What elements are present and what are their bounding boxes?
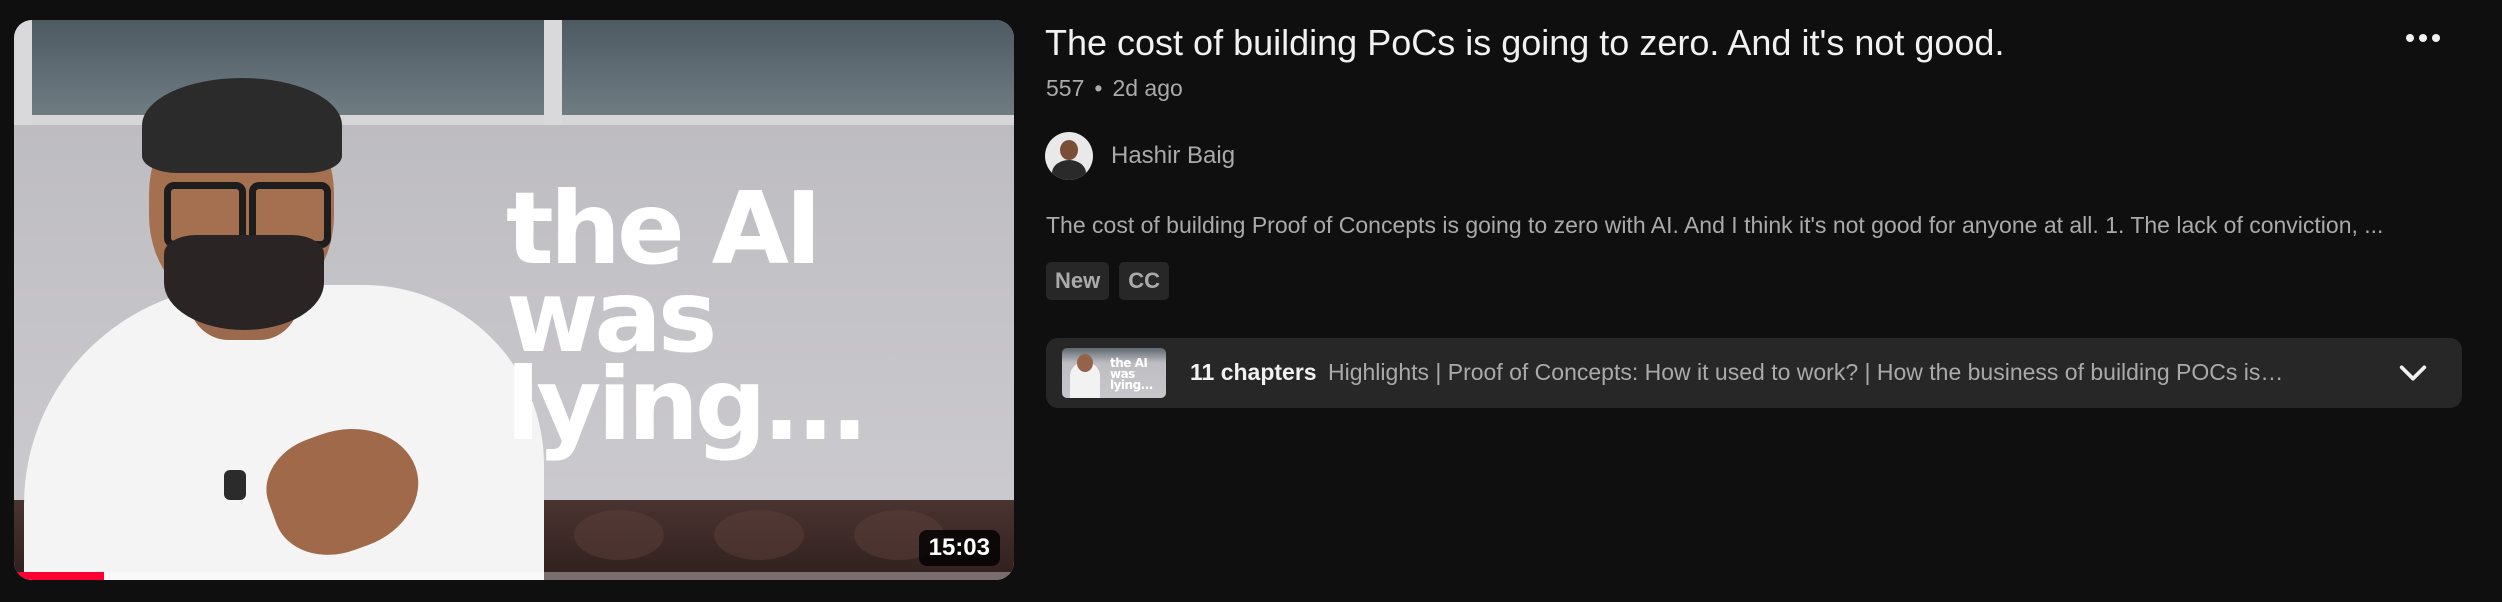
chapters-panel[interactable]: the AI was lying... 11 chapters Highligh… xyxy=(1046,338,2462,408)
upload-age: 2d ago xyxy=(1112,75,1183,101)
thumbnail-person-hair xyxy=(142,78,342,173)
badge-row: New CC xyxy=(1046,262,1170,300)
channel-name[interactable]: Hashir Baig xyxy=(1111,142,1235,170)
more-actions-button[interactable] xyxy=(2398,18,2448,58)
thumbnail-window-frame xyxy=(544,20,562,125)
video-thumbnail[interactable]: the AI was lying... 15:03 xyxy=(14,20,1014,580)
more-vert-icon xyxy=(2406,34,2440,42)
badge-new: New xyxy=(1046,262,1110,300)
view-count: 557 xyxy=(1046,75,1085,101)
thumbnail-sofa-tuft xyxy=(574,510,664,560)
chapter-thumbnail-text-line-1: the AI was xyxy=(1110,356,1148,381)
video-metadata: 557 • 2d ago xyxy=(1046,75,1183,102)
channel-link[interactable]: Hashir Baig xyxy=(1045,132,1235,180)
duration-badge: 15:03 xyxy=(918,530,1000,566)
chapter-thumbnail: the AI was lying... xyxy=(1062,348,1166,398)
badge-cc: CC xyxy=(1119,262,1170,300)
video-description-snippet: The cost of building Proof of Concepts i… xyxy=(1046,212,2384,238)
chapters-count: 11 chapters xyxy=(1190,359,1317,385)
meta-separator: • xyxy=(1094,75,1103,101)
thumbnail-person-beard xyxy=(164,235,324,330)
thumbnail-overlay-text: the AI was lying... xyxy=(506,170,1006,463)
chapters-list: Highlights | Proof of Concepts: How it u… xyxy=(1328,359,2284,385)
channel-avatar[interactable] xyxy=(1045,132,1093,180)
thumbnail-text-line-2: lying... xyxy=(506,346,868,463)
chevron-down-icon[interactable] xyxy=(2396,356,2430,390)
chapter-thumbnail-text: the AI was lying... xyxy=(1110,356,1166,392)
chapter-thumbnail-text-line-2: lying... xyxy=(1110,378,1153,392)
watch-progress-bar xyxy=(14,572,1014,580)
video-title[interactable]: The cost of building PoCs is going to ze… xyxy=(1045,22,2004,64)
thumbnail-text-line-1: the AI was xyxy=(506,170,822,375)
thumbnail-sofa-tuft xyxy=(714,510,804,560)
lapel-mic xyxy=(224,470,246,500)
watch-progress-fill xyxy=(14,572,104,580)
thumbnail-window-frame xyxy=(14,20,32,125)
